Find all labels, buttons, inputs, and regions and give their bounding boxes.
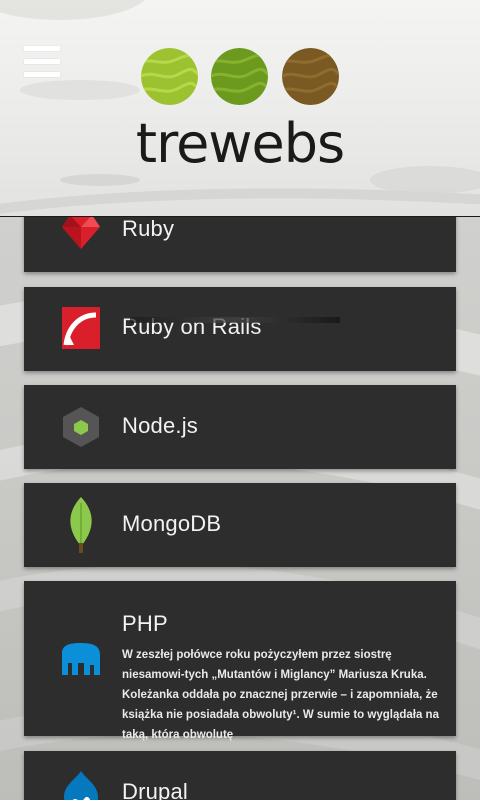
app-header: trewebs <box>0 0 480 217</box>
hamburger-menu-icon[interactable] <box>22 44 62 80</box>
card-title-php: PHP <box>122 611 168 636</box>
brown-circle <box>282 48 339 105</box>
card-ruby-on-rails[interactable]: Ruby on Rails <box>24 287 456 371</box>
nodejs-icon <box>63 407 99 447</box>
brand-wordmark[interactable]: trewebs <box>0 112 480 175</box>
drupal-drop-icon <box>64 771 98 800</box>
header-background-decoration <box>0 0 480 214</box>
card-description-php: W zeszłej połówce roku pożyczyłem przez … <box>122 649 439 741</box>
green-circle <box>211 48 268 105</box>
card-nodejs[interactable]: Node.js <box>24 385 456 469</box>
card-drupal[interactable]: Drupal <box>24 751 456 800</box>
rails-track-decoration <box>130 317 340 323</box>
card-mongodb[interactable]: MongoDB <box>24 483 456 567</box>
card-title-drupal: Drupal <box>122 779 189 800</box>
mongodb-leaf-icon <box>70 497 92 553</box>
card-title-mongodb: MongoDB <box>122 511 222 536</box>
ruby-on-rails-icon <box>62 307 100 349</box>
card-title-ruby: Ruby <box>122 216 175 241</box>
elephant-icon <box>62 643 100 675</box>
light-green-circle <box>141 48 198 105</box>
card-title-nodejs: Node.js <box>122 413 198 438</box>
card-php[interactable]: PHP W zeszłej połówce roku pożyczyłem pr… <box>24 581 456 741</box>
